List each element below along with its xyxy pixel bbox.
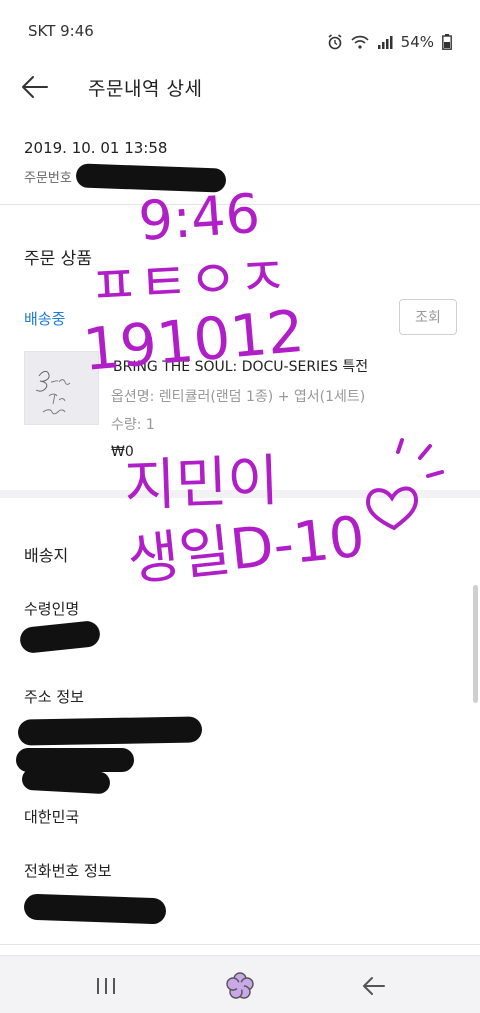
redacted-address-line1 xyxy=(17,716,203,746)
redacted-address-line3 xyxy=(21,767,111,795)
arrow-left-icon xyxy=(22,76,48,98)
handwriting-line4: 지민이 xyxy=(123,449,280,519)
carrier-time: SKT 9:46 xyxy=(28,22,94,40)
battery-percent: 54% xyxy=(400,33,434,51)
back-nav-button[interactable] xyxy=(352,964,396,1008)
country: 대한민국 xyxy=(24,808,80,826)
recent-apps-button[interactable] xyxy=(84,964,128,1008)
shipping-section-title: 배송지 xyxy=(24,546,69,565)
section-divider xyxy=(0,490,480,498)
address-label: 주소 정보 xyxy=(24,688,84,706)
page-title: 주문내역 상세 xyxy=(88,78,203,100)
order-date: 2019. 10. 01 13:58 xyxy=(24,139,168,157)
handwriting-line5: 생일D-10 xyxy=(125,504,368,593)
redacted-recipient xyxy=(18,619,102,655)
lookup-button[interactable]: 조회 xyxy=(399,299,457,335)
flower-home-icon xyxy=(226,972,254,999)
navigation-bar xyxy=(0,955,480,1013)
product-price: ₩0 xyxy=(111,444,134,460)
product-quantity: 수량: 1 xyxy=(111,417,155,433)
status-bar: SKT 9:46 54% xyxy=(0,0,480,62)
redacted-order-number xyxy=(75,163,227,193)
signal-icon xyxy=(377,36,393,49)
handwriting-spark-icon xyxy=(396,438,444,478)
recipient-label: 수령인명 xyxy=(24,600,80,618)
battery-icon xyxy=(442,34,452,50)
app-header: 주문내역 상세 xyxy=(0,62,480,112)
back-arrow-icon xyxy=(363,977,385,995)
home-button[interactable] xyxy=(218,964,262,1008)
delivery-status[interactable]: 배송중 xyxy=(24,308,65,329)
divider xyxy=(0,204,480,205)
recent-apps-icon xyxy=(97,978,115,994)
product-name[interactable]: BRING THE SOUL: DOCU-SERIES 특전 xyxy=(113,356,368,376)
status-icons: 54% xyxy=(327,22,452,62)
products-section-title: 주문 상품 xyxy=(24,249,92,269)
scrollbar[interactable] xyxy=(473,585,478,703)
divider xyxy=(0,944,480,945)
handwriting-line1: 9:46 xyxy=(137,182,262,253)
alarm-icon xyxy=(328,34,342,50)
product-thumbnail[interactable] xyxy=(24,351,99,425)
redacted-phone xyxy=(23,893,167,925)
back-button[interactable] xyxy=(20,72,50,102)
product-option: 옵션명: 렌티큘러(랜덤 1종) + 엽서(1세트) xyxy=(111,389,366,405)
handwriting-line2: ㅍㅌㅇㅈ xyxy=(87,245,289,318)
wifi-icon xyxy=(351,35,369,49)
phone-label: 전화번호 정보 xyxy=(24,862,112,880)
album-cover-image xyxy=(25,352,98,424)
